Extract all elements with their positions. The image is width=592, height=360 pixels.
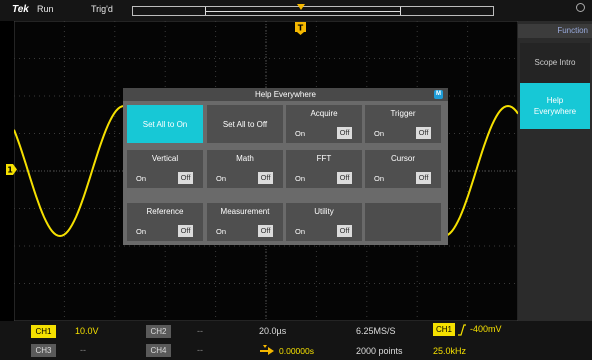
toggle-label: FFT [316, 154, 332, 163]
rising-edge-icon [458, 324, 466, 336]
toggle-trigger[interactable]: Trigger On Off [365, 105, 441, 143]
toggle-on-option[interactable]: On [295, 227, 305, 236]
record-length: 2000 points [356, 346, 403, 356]
toggle-label: Acquire [310, 109, 338, 118]
empty-cell [365, 203, 441, 241]
toggle-off-option[interactable]: Off [178, 172, 193, 184]
run-status[interactable]: Run [37, 4, 54, 14]
ch2-button[interactable]: CH2 [146, 325, 171, 338]
toggle-off-option[interactable]: Off [258, 225, 273, 237]
trigger-position-arrow-icon [260, 345, 274, 355]
help-everywhere-label: Help Everywhere [533, 96, 577, 116]
horizontal-scale[interactable]: 20.0µs [259, 325, 286, 338]
trigger-position-mark-icon [297, 4, 305, 10]
toggle-label: Vertical [151, 154, 179, 163]
status-bar: Tek Run Trig'd [0, 0, 592, 21]
toggle-label: Math [236, 154, 254, 163]
help-everywhere-button[interactable]: Help Everywhere [520, 83, 590, 129]
toggle-on-option[interactable]: On [295, 129, 305, 138]
ch1-button[interactable]: CH1 [31, 325, 56, 338]
set-all-on-label: Set All to On [142, 120, 188, 129]
toggle-on-option[interactable]: On [295, 174, 305, 183]
dialog-title: Help Everywhere [123, 88, 448, 101]
record-view-right-bracket [400, 7, 401, 15]
toggle-on-option[interactable]: On [216, 227, 226, 236]
toggle-on-option[interactable]: On [136, 227, 146, 236]
ch1-scale: 10.0V [75, 326, 99, 336]
toggle-cursor[interactable]: Cursor On Off [365, 150, 441, 188]
toggle-on-option[interactable]: On [136, 174, 146, 183]
toggle-on-option[interactable]: On [216, 174, 226, 183]
toggle-label: Measurement [220, 207, 270, 216]
toggle-off-option[interactable]: Off [178, 225, 193, 237]
toggle-off-option[interactable]: Off [258, 172, 273, 184]
toggle-acquire[interactable]: Acquire On Off [286, 105, 362, 143]
scope-intro-button[interactable]: Scope Intro [520, 43, 590, 83]
frequency-readout: 25.0kHz [433, 346, 467, 356]
ch3-value: -- [80, 345, 86, 355]
toggle-off-option[interactable]: Off [416, 127, 431, 139]
record-view-bar[interactable] [132, 4, 494, 16]
set-all-off-label: Set All to Off [222, 120, 268, 129]
clock-icon [576, 3, 585, 12]
toggle-on-option[interactable]: On [374, 174, 384, 183]
trigger-status: Trig'd [91, 4, 113, 14]
toggle-label: Utility [314, 207, 334, 216]
ch1-marker-label: 1 [7, 166, 13, 175]
toggle-math[interactable]: Math On Off [207, 150, 283, 188]
sample-rate: 6.25MS/S [356, 326, 396, 336]
toggle-label: Cursor [390, 154, 415, 163]
ch4-value: -- [197, 345, 203, 355]
side-menu-title: Function [518, 24, 592, 38]
ch3-button[interactable]: CH3 [31, 344, 56, 357]
toggle-utility[interactable]: Utility On Off [286, 203, 362, 241]
close-icon[interactable]: M [434, 90, 443, 99]
set-all-on-button[interactable]: Set All to On [127, 105, 203, 143]
trigger-level[interactable]: -400mV [470, 323, 502, 336]
toggle-measurement[interactable]: Measurement On Off [207, 203, 283, 241]
readout-bar: CH1 10.0V CH3 -- CH2 -- CH4 -- 20.0µs 0.… [0, 321, 592, 360]
help-everywhere-dialog: Help Everywhere M Set All to On Set All … [123, 88, 448, 245]
toggle-label: Reference [146, 207, 184, 216]
record-view-left-bracket [205, 7, 206, 15]
tek-logo: Tek [12, 4, 29, 15]
toggle-vertical[interactable]: Vertical On Off [127, 150, 203, 188]
toggle-off-option[interactable]: Off [416, 172, 431, 184]
trigger-source[interactable]: CH1 [433, 323, 455, 336]
toggle-off-option[interactable]: Off [337, 225, 352, 237]
toggle-off-option[interactable]: Off [337, 127, 352, 139]
toggle-on-option[interactable]: On [374, 129, 384, 138]
ch4-button[interactable]: CH4 [146, 344, 171, 357]
side-menu: Function Scope Intro Help Everywhere [518, 21, 592, 360]
record-view-line [205, 11, 400, 12]
toggle-reference[interactable]: Reference On Off [127, 203, 203, 241]
toggle-fft[interactable]: FFT On Off [286, 150, 362, 188]
ch2-value: -- [197, 326, 203, 336]
trigger-position-marker-icon[interactable]: T [295, 22, 306, 35]
trigger-marker-label: T [298, 24, 304, 33]
ch1-ground-marker-icon[interactable]: 1 [6, 164, 17, 175]
set-all-off-button[interactable]: Set All to Off [207, 105, 283, 143]
trigger-position-value[interactable]: 0.00000s [279, 345, 314, 358]
toggle-off-option[interactable]: Off [337, 172, 352, 184]
toggle-label: Trigger [390, 109, 416, 118]
